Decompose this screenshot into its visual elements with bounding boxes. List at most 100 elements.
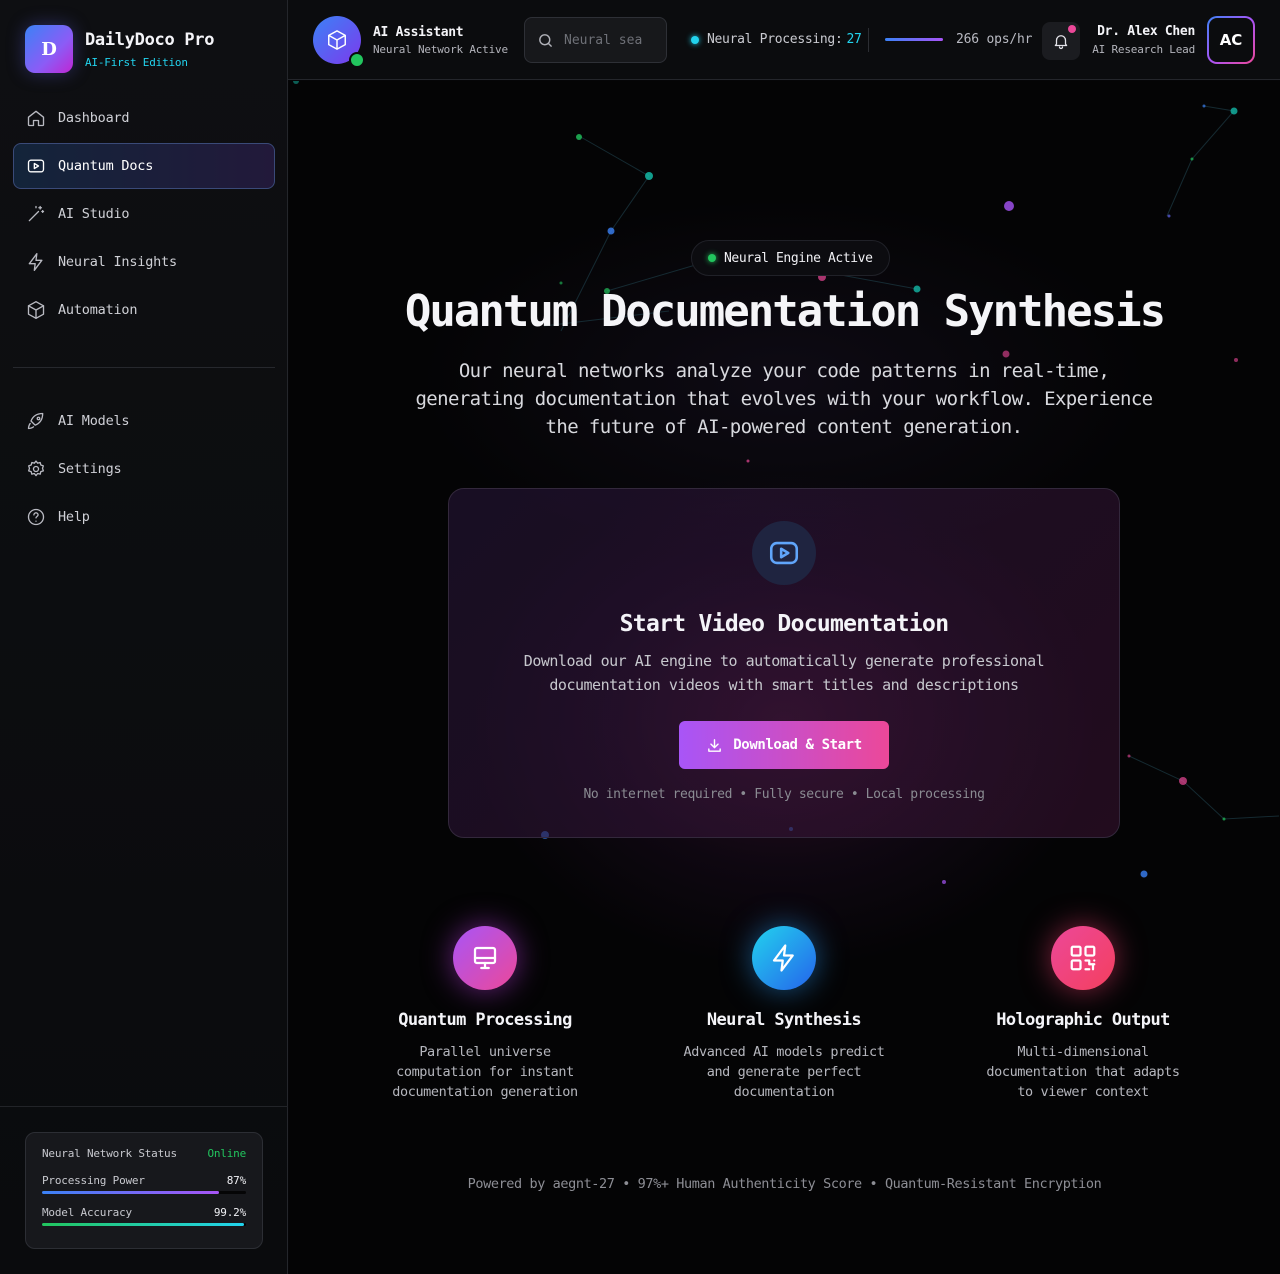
search-input[interactable] bbox=[564, 32, 654, 48]
sidebar-item-label: Dashboard bbox=[58, 110, 130, 126]
sidebar-item-label: Help bbox=[58, 509, 90, 525]
processing-power-label: Processing Power bbox=[42, 1174, 145, 1187]
bell-icon bbox=[1054, 35, 1068, 50]
feature-description: Multi-dimensional documentation that ada… bbox=[986, 1044, 1180, 1100]
model-accuracy-label: Model Accuracy bbox=[42, 1206, 132, 1219]
secondary-nav: AI Models Settings Help bbox=[13, 398, 275, 542]
feature-description: Parallel universe computation for instan… bbox=[392, 1044, 578, 1100]
play-icon bbox=[769, 541, 799, 565]
sidebar-item-label: Automation bbox=[58, 302, 138, 318]
neural-status-card: Neural Network Status Online Processing … bbox=[25, 1132, 263, 1249]
avatar-initials: AC bbox=[1209, 18, 1253, 62]
feature-quantum-processing: Quantum Processing Parallel universe com… bbox=[370, 926, 600, 1102]
download-start-button[interactable]: Download & Start bbox=[679, 721, 889, 769]
user-role: AI Research Lead bbox=[1092, 43, 1195, 56]
card-note: No internet required • Fully secure • Lo… bbox=[583, 787, 985, 802]
user-name: Dr. Alex Chen bbox=[1097, 24, 1195, 39]
sidebar-item-label: AI Models bbox=[58, 413, 130, 429]
notifications-button[interactable] bbox=[1042, 22, 1080, 60]
neural-processing: Neural Processing: 27 bbox=[691, 32, 862, 47]
online-indicator bbox=[349, 52, 365, 68]
engine-status-dot bbox=[708, 254, 716, 262]
ops-rate: 266 ops/hr bbox=[956, 32, 1033, 47]
card-title: Start Video Documentation bbox=[619, 611, 949, 637]
search-icon bbox=[539, 33, 552, 47]
search-box[interactable] bbox=[524, 17, 667, 63]
feature-icon-circle bbox=[1051, 926, 1115, 990]
header-divider bbox=[868, 28, 869, 52]
sidebar-item-help[interactable]: Help bbox=[13, 494, 275, 540]
ai-assistant[interactable]: AI Assistant Neural Network Active bbox=[313, 16, 508, 68]
ops-meter bbox=[885, 38, 943, 41]
home-icon bbox=[27, 110, 45, 127]
feature-title: Neural Synthesis bbox=[706, 1010, 862, 1030]
brand-logo: D bbox=[25, 25, 73, 73]
feature-title: Quantum Processing bbox=[398, 1010, 572, 1030]
feature-description: Advanced AI models predict and generate … bbox=[683, 1044, 885, 1100]
brand-edition: AI-First Edition bbox=[85, 55, 188, 69]
monitor-icon bbox=[473, 946, 497, 970]
model-accuracy-value: 99.2% bbox=[213, 1206, 246, 1219]
feature-icon-circle bbox=[752, 926, 816, 990]
sidebar-item-label: AI Studio bbox=[58, 206, 130, 222]
avatar[interactable]: AC bbox=[1207, 16, 1255, 64]
status-badge: Online bbox=[207, 1147, 246, 1160]
processing-power-value: 87% bbox=[226, 1174, 246, 1187]
sidebar-item-label: Quantum Docs bbox=[58, 158, 154, 174]
download-icon bbox=[708, 738, 722, 752]
card-description: Download our AI engine to automatically … bbox=[523, 652, 1045, 694]
processing-count: 27 bbox=[846, 32, 862, 47]
lightning-icon bbox=[772, 944, 794, 972]
feature-holographic-output: Holographic Output Multi-dimensional doc… bbox=[968, 926, 1198, 1102]
top-header: AI Assistant Neural Network Active Neura… bbox=[288, 0, 1280, 80]
model-accuracy-fill bbox=[42, 1223, 245, 1226]
cube-icon bbox=[27, 301, 45, 319]
cube-icon bbox=[328, 30, 346, 50]
qr-code-icon bbox=[1070, 945, 1096, 971]
gear-icon bbox=[28, 460, 44, 477]
notification-dot bbox=[1068, 25, 1076, 33]
feature-icon-circle bbox=[453, 926, 517, 990]
sidebar-item-ai-studio[interactable]: AI Studio bbox=[13, 191, 275, 237]
brand-name: DailyDoco Pro bbox=[85, 29, 215, 50]
processing-indicator bbox=[691, 35, 699, 44]
sidebar-item-quantum-docs[interactable]: Quantum Docs bbox=[13, 143, 275, 189]
nav-divider bbox=[13, 367, 275, 368]
assistant-status: Neural Network Active bbox=[373, 42, 508, 56]
main-content: Neural Engine Active Quantum Documentati… bbox=[289, 81, 1280, 1274]
engine-status-pill: Neural Engine Active bbox=[691, 240, 890, 276]
sidebar-item-ai-models[interactable]: AI Models bbox=[13, 398, 275, 444]
processing-power-bar bbox=[42, 1191, 246, 1194]
sidebar-item-dashboard[interactable]: Dashboard bbox=[13, 95, 275, 141]
model-accuracy-bar bbox=[42, 1223, 246, 1226]
sidebar: D DailyDoco Pro AI-First Edition Dashboa… bbox=[0, 0, 288, 1274]
sidebar-item-neural-insights[interactable]: Neural Insights bbox=[13, 239, 275, 285]
video-doc-card: Start Video Documentation Download our A… bbox=[448, 488, 1120, 838]
sidebar-item-label: Neural Insights bbox=[58, 254, 177, 270]
download-start-label: Download & Start bbox=[733, 737, 862, 753]
sidebar-item-label: Settings bbox=[58, 461, 122, 477]
primary-nav: Dashboard Quantum Docs AI Studio Neural … bbox=[13, 95, 275, 335]
help-circle-icon bbox=[27, 508, 45, 526]
status-panel: Neural Network Status Online Processing … bbox=[0, 1106, 288, 1274]
ai-assistant-avatar bbox=[313, 16, 365, 68]
brand[interactable]: D DailyDoco Pro AI-First Edition bbox=[25, 25, 214, 73]
feature-title: Holographic Output bbox=[996, 1010, 1170, 1030]
user-info[interactable]: Dr. Alex Chen AI Research Lead bbox=[1092, 24, 1195, 56]
lightning-icon bbox=[28, 253, 43, 271]
feature-neural-synthesis: Neural Synthesis Advanced AI models pred… bbox=[669, 926, 899, 1102]
sidebar-item-settings[interactable]: Settings bbox=[13, 446, 275, 492]
video-icon-circle bbox=[752, 521, 816, 585]
hero-description: Our neural networks analyze your code pa… bbox=[415, 360, 1153, 438]
processing-power-fill bbox=[42, 1191, 220, 1194]
page-title: Quantum Documentation Synthesis bbox=[404, 286, 1166, 337]
footer-text: Powered by aegnt-27 • 97%+ Human Authent… bbox=[467, 1176, 1102, 1192]
rocket-icon bbox=[27, 412, 44, 430]
processing-label: Neural Processing: bbox=[707, 32, 843, 47]
magic-wand-icon bbox=[28, 205, 45, 222]
status-title: Neural Network Status bbox=[42, 1147, 177, 1160]
sidebar-item-automation[interactable]: Automation bbox=[13, 287, 275, 333]
assistant-title: AI Assistant bbox=[373, 24, 464, 40]
engine-status-label: Neural Engine Active bbox=[724, 250, 873, 266]
play-icon bbox=[27, 159, 45, 173]
